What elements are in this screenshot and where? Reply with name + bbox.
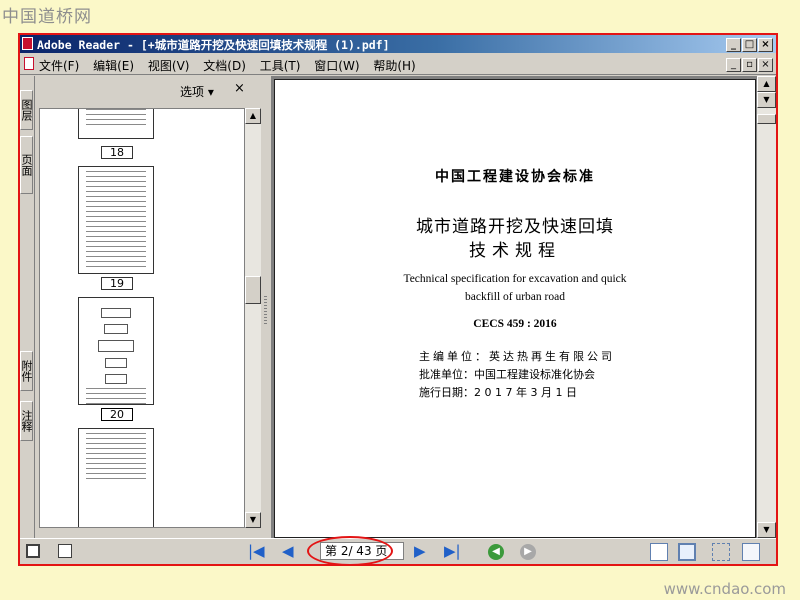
- facing-view-icon[interactable]: [712, 543, 730, 561]
- pdf-page: 中国工程建设协会标准 城市道路开挖及快速回填 技术规程 Technical sp…: [274, 79, 756, 538]
- pdf-document-icon: [24, 57, 34, 70]
- go-back-icon[interactable]: ◀: [488, 544, 504, 560]
- scroll-down-button[interactable]: ▼: [245, 512, 261, 528]
- window-title: Adobe Reader - [+城市道路开挖及快速回填技术规程 (1).pdf…: [37, 38, 390, 52]
- last-page-icon[interactable]: ▶|: [444, 543, 461, 559]
- chief-editor-unit: 主编单位：英达热再生有限公司: [419, 350, 615, 363]
- page-info-icon[interactable]: [58, 544, 72, 558]
- menu-edit[interactable]: 编辑(E): [93, 57, 134, 74]
- scroll-down-small-button[interactable]: ▼: [757, 92, 776, 108]
- thumbnail-page-20[interactable]: [78, 297, 154, 405]
- thumbnail-label: 19: [101, 277, 133, 290]
- standard-heading: 中国工程建设协会标准: [435, 169, 595, 185]
- single-page-view-icon[interactable]: [650, 543, 668, 561]
- minimize-button[interactable]: _: [726, 38, 741, 52]
- title-bar[interactable]: Adobe Reader - [+城市道路开挖及快速回填技术规程 (1).pdf…: [20, 35, 776, 53]
- thumbnail-list[interactable]: 18 19 20: [39, 108, 245, 528]
- english-title-line-2: backfill of urban road: [465, 291, 565, 303]
- menu-document[interactable]: 文档(D): [203, 57, 246, 74]
- highlight-ellipse: [307, 536, 393, 564]
- standard-code: CECS 459 : 2016: [473, 318, 557, 330]
- thumbnail-page-21[interactable]: [78, 428, 154, 527]
- thumbnail-label: 18: [101, 146, 133, 159]
- thumbnail-label: 20: [101, 408, 133, 421]
- tab-layers[interactable]: 图层: [20, 90, 33, 130]
- document-scrollbar[interactable]: ▲ ▼ ▼: [757, 76, 776, 538]
- tab-comments[interactable]: 注释: [20, 401, 33, 441]
- pages-panel: 选项 ▾ × 18 19 20 ▲ ▼: [35, 76, 261, 538]
- panel-splitter[interactable]: [261, 76, 271, 538]
- status-bar: |◀ ◀ 第 2/ 43 页 ▶ ▶| ◀ ▶: [20, 536, 776, 564]
- thumbnail-page-18[interactable]: [78, 109, 154, 139]
- watermark-logo-text: 中国道桥网: [2, 7, 92, 27]
- reader-window: Adobe Reader - [+城市道路开挖及快速回填技术规程 (1).pdf…: [18, 33, 778, 566]
- thumbnail-page-19[interactable]: [78, 166, 154, 274]
- tab-attachments[interactable]: 附件: [20, 351, 33, 391]
- options-menu-button[interactable]: 选项 ▾: [180, 83, 214, 100]
- side-tab-strip: 图层 页面 附件 注释: [20, 76, 35, 538]
- close-window-button[interactable]: ×: [758, 38, 773, 52]
- scroll-up-button[interactable]: ▲: [245, 108, 261, 124]
- menu-tools[interactable]: 工具(T): [260, 57, 301, 74]
- document-view[interactable]: 中国工程建设协会标准 城市道路开挖及快速回填 技术规程 Technical sp…: [271, 76, 757, 538]
- scroll-thumb[interactable]: [245, 276, 261, 304]
- document-title-line-1: 城市道路开挖及快速回填: [416, 217, 614, 237]
- scroll-down-button[interactable]: ▼: [757, 522, 776, 538]
- close-panel-button[interactable]: ×: [234, 81, 245, 96]
- screen-icon[interactable]: [26, 544, 40, 558]
- approval-unit: 批准单位：中国工程建设标准化协会: [419, 368, 595, 381]
- splitter-grip[interactable]: [264, 296, 267, 326]
- maximize-button[interactable]: □: [742, 38, 757, 52]
- next-page-icon[interactable]: ▶: [414, 543, 426, 559]
- watermark-url: www.cndao.com: [663, 580, 786, 598]
- doc-close-button[interactable]: ×: [758, 58, 773, 72]
- document-title-line-2: 技术规程: [469, 241, 561, 261]
- publication-info: 主编单位：英达热再生有限公司 批准单位：中国工程建设标准化协会 施行日期：2 0…: [419, 348, 615, 402]
- effective-date: 施行日期：2 0 1 7 年 3 月 1 日: [419, 386, 577, 399]
- menu-window[interactable]: 窗口(W): [314, 57, 359, 74]
- english-title-line-1: Technical specification for excavation a…: [403, 273, 627, 285]
- first-page-icon[interactable]: |◀: [248, 543, 265, 559]
- adobe-reader-icon: [22, 37, 33, 50]
- scroll-thumb[interactable]: [757, 114, 776, 124]
- previous-page-icon[interactable]: ◀: [282, 543, 294, 559]
- menu-bar: 文件(F) 编辑(E) 视图(V) 文档(D) 工具(T) 窗口(W) 帮助(H…: [20, 54, 776, 75]
- continuous-view-icon[interactable]: [678, 543, 696, 561]
- thumbnail-scrollbar[interactable]: ▲ ▼: [245, 108, 261, 528]
- menu-file[interactable]: 文件(F): [39, 57, 79, 74]
- scroll-up-button[interactable]: ▲: [757, 76, 776, 92]
- menu-help[interactable]: 帮助(H): [373, 57, 415, 74]
- menu-view[interactable]: 视图(V): [148, 57, 190, 74]
- english-title: Technical specification for excavation a…: [275, 270, 755, 306]
- continuous-facing-view-icon[interactable]: [742, 543, 760, 561]
- doc-restore-button[interactable]: ▫: [742, 58, 757, 72]
- doc-minimize-button[interactable]: _: [726, 58, 741, 72]
- tab-pages[interactable]: 页面: [20, 136, 33, 194]
- go-forward-icon[interactable]: ▶: [520, 544, 536, 560]
